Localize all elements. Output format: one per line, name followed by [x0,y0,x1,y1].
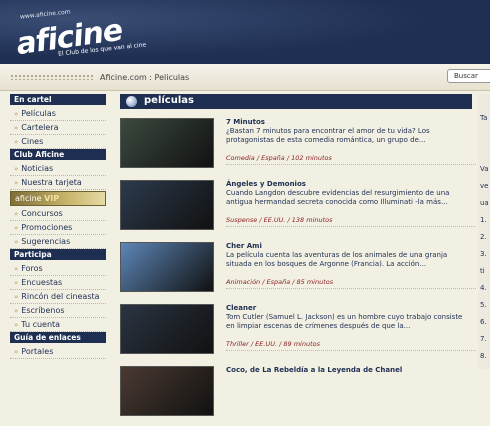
arrow-icon: » [14,238,19,246]
sidebar-item-rincón-del-cineasta[interactable]: » Rincón del cineasta [10,290,106,304]
arrow-icon: » [14,110,19,118]
film-thumbnail[interactable] [120,242,214,292]
sidebar-item-promociones[interactable]: » Promociones [10,221,106,235]
film-thumbnail[interactable] [120,304,214,354]
film-item: Coco, de La Rebeldía a la Leyenda de Cha… [120,366,480,426]
sidebar-item-sugerencias[interactable]: » Sugerencias [10,235,106,249]
decorative-dots [10,74,94,80]
right-column-text: Va [480,165,489,173]
sidebar-item-tu-cuenta[interactable]: » Tu cuenta [10,318,106,332]
sidebar-item-cartelera[interactable]: » Cartelera [10,121,106,135]
arrow-icon: » [14,307,19,315]
film-meta: Suspense / EE.UU. / 138 minutos [226,216,333,224]
sidebar-section-title: En cartel [10,94,106,105]
arrow-icon: » [14,138,19,146]
film-title[interactable]: Cleaner [226,304,256,312]
arrow-icon: » [14,224,19,232]
sidebar-section-title: Guía de enlaces [10,332,106,343]
film-thumbnail[interactable] [120,118,214,168]
page-title: películas [144,95,194,106]
right-column-text: ua [480,199,489,207]
sidebar-item-portales[interactable]: » Portales [10,345,106,359]
arrow-icon: » [14,321,19,329]
sidebar-item-label: Sugerencias [21,237,71,246]
sidebar-item-foros[interactable]: » Foros [10,262,106,276]
vip-tag: VIP [44,194,60,203]
sidebar-item-label: Cines [21,137,44,146]
right-column: Ta Va ve ua 1. 2. 3. ti 4. 5. 6. 7. 8. [478,94,490,369]
film-description: ¿Bastan 7 minutos para encontrar el amor… [226,127,430,144]
site-url: www.aficine.com [19,8,71,21]
right-column-text: 2. [480,233,487,241]
sidebar-item-cines[interactable]: » Cines [10,135,106,149]
sidebar-item-label: Concursos [21,209,63,218]
divider [226,350,476,351]
film-description: Tom Cutler (Samuel L. Jackson) es un hom… [226,313,463,330]
site-header: www.aficine.com aficine El Club de los q… [0,0,490,64]
sidebar-item-label: Rincón del cineasta [21,292,100,301]
sidebar-section-title: Participa [10,249,106,260]
arrow-icon: » [14,265,19,273]
sidebar-item-noticias[interactable]: » Noticias [10,162,106,176]
sidebar-item-label: Portales [21,347,54,356]
arrow-icon: » [14,179,19,187]
film-item: 7 Minutos ¿Bastan 7 minutos para encontra… [120,118,480,178]
divider [226,164,476,165]
film-thumbnail[interactable] [120,180,214,230]
sidebar-item-label: Foros [21,264,43,273]
divider [226,226,476,227]
sidebar-item-encuestas[interactable]: » Encuestas [10,276,106,290]
arrow-icon: » [14,279,19,287]
arrow-icon: » [14,293,19,301]
sidebar-item-label: Cartelera [21,123,59,132]
main-section-header: películas [120,94,472,109]
sidebar-item-label: Películas [21,109,56,118]
film-meta: Comedia / España / 102 minutos [226,154,332,162]
film-meta: Animación / España / 85 minutos [226,278,334,286]
film-title[interactable]: Ángeles y Demonios [226,180,306,188]
arrow-icon: » [14,165,19,173]
sidebar-item-escríbenos[interactable]: » Escríbenos [10,304,106,318]
sidebar-item-label: Tu cuenta [21,320,61,329]
film-title[interactable]: 7 Minutos [226,118,265,126]
right-column-text: 3. [480,250,487,258]
right-column-text: 8. [480,352,487,360]
film-item: Ángeles y Demonios Cuando Langdon descubr… [120,180,480,240]
vip-banner[interactable]: aficine VIP [10,191,106,206]
film-description: Cuando Langdon descubre evidencias del r… [226,189,450,206]
right-column-text: 6. [480,318,487,326]
film-meta: Thriller / EE.UU. / 89 minutos [226,340,320,348]
right-column-text: 5. [480,301,487,309]
right-column-text: 7. [480,335,487,343]
breadcrumb: Aficine.com : Peliculas [100,73,190,82]
film-description: La película cuenta las aventuras de los … [226,251,448,268]
search-button[interactable]: Buscar [447,69,490,83]
vip-brand: aficine [15,194,45,203]
film-title[interactable]: Cher Ami [226,242,262,250]
sidebar-section-title: Club Aficine [10,149,106,160]
sidebar-item-label: Promociones [21,223,73,232]
right-column-text: 4. [480,284,487,292]
right-column-text: 1. [480,216,487,224]
sidebar-item-label: Nuestra tarjeta [21,178,82,187]
sidebar-item-label: Encuestas [21,278,63,287]
sidebar-item-concursos[interactable]: » Concursos [10,207,106,221]
divider [226,288,476,289]
ball-icon [126,96,137,107]
sidebar-item-películas[interactable]: » Películas [10,107,106,121]
sidebar-nav: En cartel» Películas» Cartelera» Cines Club … [10,94,106,359]
film-item: Cher Ami La película cuenta las aventuras… [120,242,480,302]
right-column-text: Ta [480,114,488,122]
film-title[interactable]: Coco, de La Rebeldía a la Leyenda de Cha… [226,366,402,374]
sidebar-item-label: Noticias [21,164,54,173]
arrow-icon: » [14,124,19,132]
right-column-text: ti [480,267,485,275]
arrow-icon: » [14,348,19,356]
sidebar-item-label: Escríbenos [21,306,65,315]
sidebar-item-nuestra-tarjeta[interactable]: » Nuestra tarjeta [10,176,106,190]
film-item: Cleaner Tom Cutler (Samuel L. Jackson) es… [120,304,480,364]
arrow-icon: » [14,210,19,218]
right-column-text: ve [480,182,489,190]
film-thumbnail[interactable] [120,366,214,416]
